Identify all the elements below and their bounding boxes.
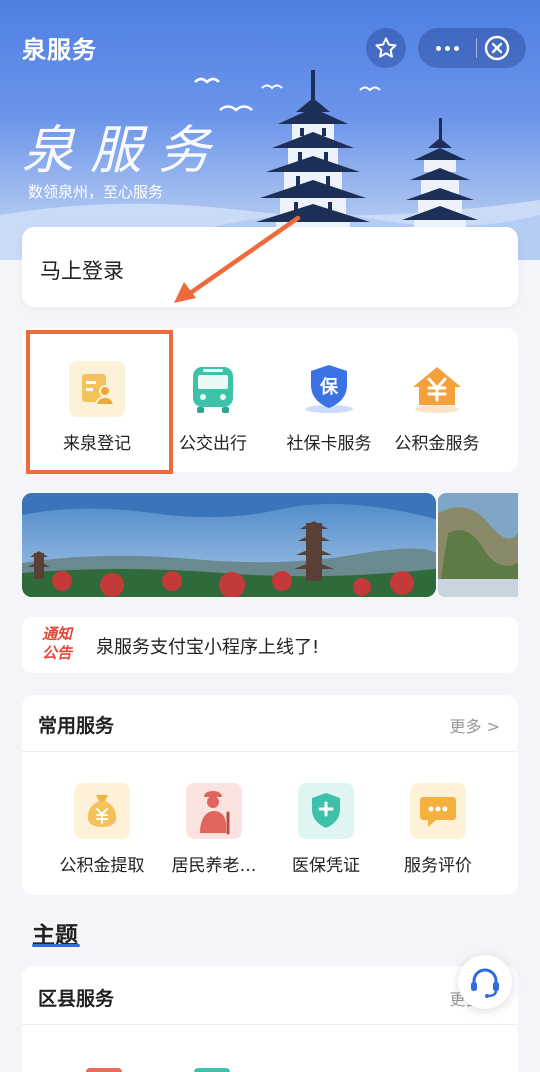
service-label: 医保凭证 (292, 856, 360, 876)
section-title: 常用服务 (38, 715, 115, 737)
district-service-icon[interactable] (86, 1068, 122, 1072)
more-options-button[interactable] (418, 28, 476, 68)
scenic-banner-next[interactable] (438, 493, 518, 597)
service-label: 居民养老… (171, 856, 257, 876)
notice-text: 泉服务支付宝小程序上线了! (96, 637, 320, 658)
divider (22, 751, 518, 752)
chat-bubble-icon (410, 783, 466, 839)
service-evaluation[interactable]: 服务评价 (382, 783, 494, 883)
customer-service-button[interactable] (458, 955, 512, 1009)
notice-bar[interactable]: 通知 公告 泉服务支付宝小程序上线了! (22, 617, 518, 673)
quick-service-label: 公交出行 (179, 434, 247, 454)
banner-image (438, 493, 518, 597)
service-resident-pension[interactable]: 居民养老… (158, 783, 270, 883)
hero-calligraphy: 泉服务 (22, 121, 227, 181)
headset-icon (471, 968, 499, 998)
quick-service-label: 公积金服务 (394, 434, 480, 454)
housing-fund-icon (413, 367, 461, 413)
scenic-banner[interactable] (22, 493, 436, 597)
service-label: 公积金提取 (59, 856, 145, 876)
quick-service-bus[interactable]: 公交出行 (158, 328, 268, 472)
hero-banner: 泉服务 泉服务 数领泉州，至心服务 (0, 0, 540, 260)
highlight-box (26, 330, 173, 474)
service-label: 服务评价 (404, 856, 472, 876)
money-bag-icon (74, 783, 130, 839)
notice-badge-line2: 公告 (41, 644, 72, 662)
capsule-divider (476, 38, 477, 58)
notice-badge: 通知 公告 (36, 625, 78, 663)
service-medical-insurance[interactable]: 医保凭证 (270, 783, 382, 883)
divider (22, 1024, 518, 1025)
common-services-section: 常用服务 更多 > 公积金提取 居民养老… 医保凭证 服务评价 (22, 695, 518, 895)
theme-tab-indicator (32, 944, 80, 947)
section-title: 区县服务 (38, 988, 115, 1010)
star-icon (375, 37, 397, 58)
medical-shield-icon (298, 783, 354, 839)
favorite-button[interactable] (366, 28, 406, 68)
elderly-icon (186, 783, 242, 839)
more-dots-icon (435, 45, 441, 51)
service-fund-withdrawal[interactable]: 公积金提取 (46, 783, 158, 883)
login-card[interactable]: 马上登录 (22, 227, 518, 307)
login-label: 马上登录 (40, 259, 124, 283)
svg-text:保: 保 (319, 376, 339, 398)
quick-service-social-security[interactable]: 保 社保卡服务 (274, 328, 384, 472)
district-service-icon[interactable] (194, 1068, 230, 1072)
hero-slogan: 数领泉州，至心服务 (28, 183, 164, 201)
social-security-icon: 保 (305, 365, 353, 413)
more-link[interactable]: 更多 > (450, 713, 501, 737)
quick-service-housing-fund[interactable]: 公积金服务 (382, 328, 492, 472)
close-icon[interactable] (484, 35, 510, 61)
district-services-section: 区县服务 更多 > (22, 966, 518, 1072)
banner-image (22, 493, 436, 597)
mini-program-capsule (418, 28, 526, 68)
quick-service-label: 社保卡服务 (286, 434, 372, 454)
bus-icon (193, 367, 233, 413)
notice-badge-line1: 通知 (41, 625, 72, 643)
app-title: 泉服务 (22, 36, 97, 64)
